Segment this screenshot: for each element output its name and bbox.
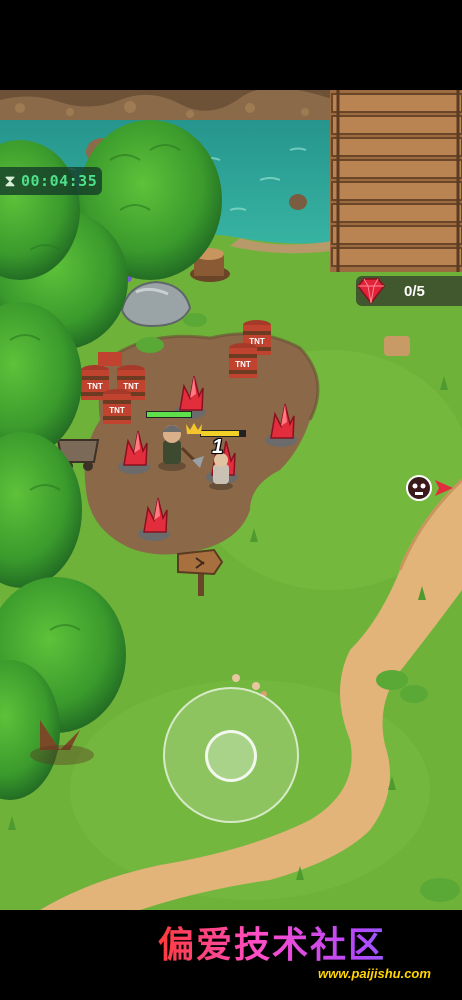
barrel-label: TNT <box>109 406 125 415</box>
rock <box>289 194 307 210</box>
hourglass-icon: ⧗ <box>4 171 16 190</box>
joystick-knob[interactable] <box>205 730 257 782</box>
watermark-url: www.paijishu.com <box>318 966 431 981</box>
top-letterbox <box>0 0 462 90</box>
watermark-title: 偏爱技术社区 <box>158 916 458 968</box>
timer-text: 00:04:35 <box>21 172 98 190</box>
gem-counter: 0/5 <box>356 276 462 306</box>
barrel-label: TNT <box>87 382 103 391</box>
gem-count-text: 0/5 <box>404 282 425 300</box>
countdown-timer: ⧗ 00:04:35 <box>0 167 102 195</box>
skull-pointer-icon <box>405 474 457 502</box>
barrel-label: TNT <box>235 360 251 369</box>
wooden-bridge <box>330 90 462 272</box>
player-health-bar <box>146 411 192 418</box>
barrel-label: TNT <box>123 382 139 391</box>
red-gem-icon <box>354 276 388 306</box>
damage-number: 1 <box>212 436 224 458</box>
